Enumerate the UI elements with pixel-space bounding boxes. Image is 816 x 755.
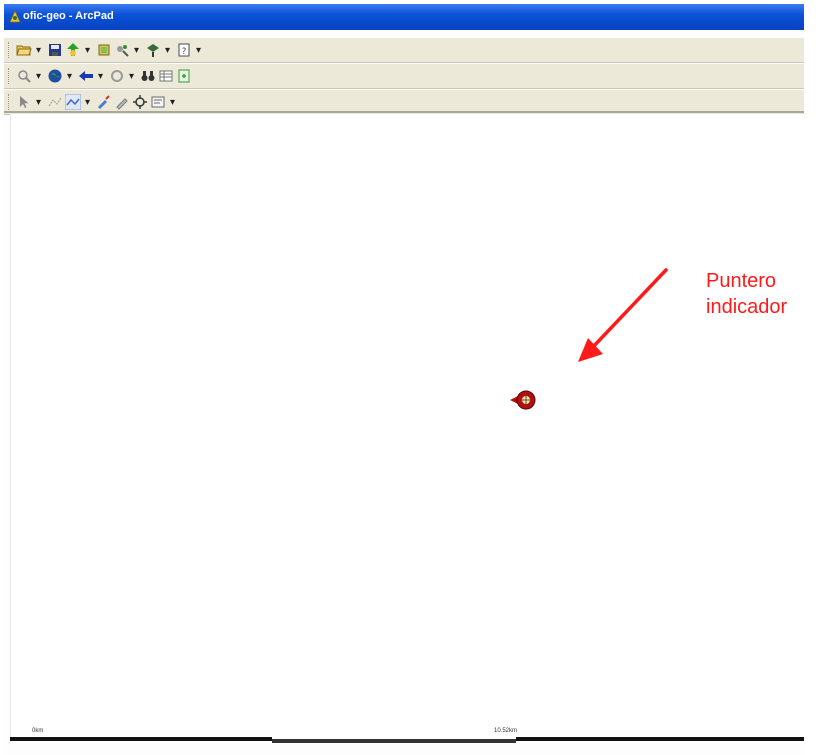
select-dropdown-arrow[interactable]: ▾ <box>34 94 43 110</box>
toolbar-separator <box>4 111 804 113</box>
export-icon[interactable] <box>176 68 192 84</box>
gps-icon[interactable] <box>145 42 161 58</box>
title-bar[interactable]: ofic-geo - ArcPad <box>4 4 804 30</box>
refresh-dropdown-arrow[interactable]: ▾ <box>127 68 136 84</box>
toc-dropdown-arrow[interactable]: ▾ <box>132 42 141 58</box>
add-layer-icon[interactable] <box>65 42 81 58</box>
toolbar-grip[interactable] <box>8 42 12 58</box>
toolbar-grip[interactable] <box>8 68 12 84</box>
back-dropdown-arrow[interactable]: ▾ <box>96 68 105 84</box>
help-icon[interactable]: ? <box>176 42 192 58</box>
find-binoculars-icon[interactable] <box>140 68 156 84</box>
table-icon[interactable] <box>158 68 174 84</box>
annotation-label-line2: indicador <box>706 296 788 318</box>
scale-label-mid: 10.52km <box>494 728 518 734</box>
globe-icon[interactable] <box>47 68 63 84</box>
polyline-icon[interactable] <box>65 94 81 110</box>
back-arrow-icon[interactable] <box>78 68 94 84</box>
gps-position-pointer-icon <box>510 390 536 410</box>
globe-dropdown-arrow[interactable]: ▾ <box>65 68 74 84</box>
zoom-dropdown-arrow[interactable]: ▾ <box>34 68 43 84</box>
svg-text:?: ? <box>182 47 187 57</box>
open-dropdown-arrow[interactable]: ▾ <box>34 42 43 58</box>
scale-segment-3 <box>516 737 804 741</box>
map-canvas[interactable] <box>10 114 805 742</box>
annotation-arrow-icon <box>578 268 668 362</box>
scale-label-left: 0km <box>32 728 44 734</box>
open-folder-icon[interactable] <box>16 42 32 58</box>
layers-icon[interactable] <box>96 42 112 58</box>
point-tool-icon[interactable] <box>47 94 63 110</box>
window-title: ofic-geo - ArcPad <box>23 10 114 22</box>
gps-position-icon[interactable] <box>132 94 148 110</box>
refresh-icon[interactable] <box>109 68 125 84</box>
arcpad-app-icon[interactable] <box>9 10 21 23</box>
pen-icon[interactable] <box>114 94 130 110</box>
toolbar-grip[interactable] <box>8 94 12 110</box>
gps-dropdown-arrow[interactable]: ▾ <box>163 42 172 58</box>
add-layer-dropdown-arrow[interactable]: ▾ <box>83 42 92 58</box>
browse-toolbar: ▾ ▾ ▾ ▾ <box>4 64 804 89</box>
scale-segment-1 <box>10 737 272 741</box>
main-toolbar: ▾ ▾ ▾ ▾ ? ▾ <box>4 38 804 63</box>
scale-bar: 0km 10.52km <box>10 728 804 752</box>
polyline-dropdown-arrow[interactable]: ▾ <box>83 94 92 110</box>
scale-segment-2 <box>272 739 516 743</box>
select-cursor-icon[interactable] <box>16 94 32 110</box>
properties-icon[interactable] <box>150 94 166 110</box>
properties-dropdown-arrow[interactable]: ▾ <box>168 94 177 110</box>
save-icon[interactable] <box>47 42 63 58</box>
annotation-label-line1: Puntero <box>706 270 777 292</box>
help-dropdown-arrow[interactable]: ▾ <box>194 42 203 58</box>
zoom-icon[interactable] <box>16 68 32 84</box>
table-of-contents-icon[interactable] <box>114 42 130 58</box>
edit-vertex-icon[interactable] <box>96 94 112 110</box>
